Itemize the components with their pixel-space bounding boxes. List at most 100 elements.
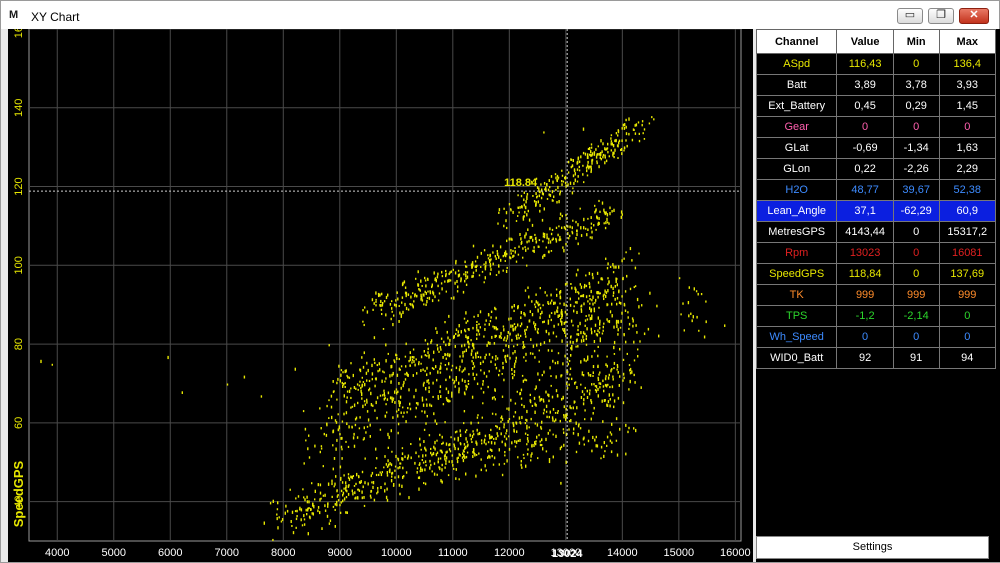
data-point bbox=[494, 441, 496, 445]
data-point bbox=[478, 333, 481, 336]
data-point bbox=[516, 430, 518, 433]
channel-row-tk[interactable]: TK 999 999 999 bbox=[755, 284, 996, 306]
data-point bbox=[485, 319, 487, 322]
data-point bbox=[536, 435, 538, 439]
channel-row-aspd[interactable]: ASpd 116,43 0 136,4 bbox=[755, 53, 996, 75]
channel-row-tps[interactable]: TPS -1,2 -2,14 0 bbox=[755, 305, 996, 327]
data-point bbox=[490, 441, 493, 445]
data-point bbox=[691, 319, 693, 323]
channel-row-wh-speed[interactable]: Wh_Speed 0 0 0 bbox=[755, 326, 996, 348]
settings-button[interactable]: Settings bbox=[756, 536, 989, 559]
channel-row-speedgps[interactable]: SpeedGPS 118,84 0 137,69 bbox=[755, 263, 996, 285]
data-point bbox=[606, 355, 608, 358]
data-point bbox=[391, 307, 393, 310]
data-point bbox=[322, 465, 324, 468]
data-point bbox=[302, 410, 305, 413]
data-point bbox=[384, 455, 386, 458]
data-point bbox=[340, 445, 343, 449]
data-point bbox=[488, 323, 490, 326]
data-point bbox=[551, 228, 554, 231]
data-point bbox=[543, 131, 545, 134]
data-point bbox=[464, 367, 466, 371]
data-point bbox=[483, 371, 485, 375]
scatter-chart[interactable]: 4000 5000 6000 7000 8000 9000 10000 11000 12000 1… bbox=[8, 29, 753, 562]
data-point bbox=[362, 320, 364, 323]
channel-min-cell: 0 bbox=[892, 221, 940, 243]
data-point bbox=[555, 239, 558, 243]
x-tick-label: 9000 bbox=[328, 547, 352, 559]
column-header-max[interactable]: Max bbox=[938, 29, 996, 54]
channel-row-ext-battery[interactable]: Ext_Battery 0,45 0,29 1,45 bbox=[755, 95, 996, 117]
channel-max-cell: 52,38 bbox=[938, 179, 996, 201]
data-point bbox=[473, 365, 476, 368]
channel-row-h2o[interactable]: H2O 48,77 39,67 52,38 bbox=[755, 179, 996, 201]
data-point bbox=[573, 400, 575, 404]
channel-channel-cell: GLon bbox=[755, 158, 838, 180]
data-point bbox=[495, 316, 497, 320]
data-point bbox=[422, 403, 425, 407]
data-point bbox=[458, 387, 460, 391]
data-point bbox=[339, 511, 342, 515]
channel-row-lean-angle[interactable]: Lean_Angle 37,1 -62,29 60,9 bbox=[755, 200, 996, 222]
channel-row-wid0-batt[interactable]: WID0_Batt 92 91 94 bbox=[755, 347, 996, 369]
column-header-value[interactable]: Value bbox=[836, 29, 894, 54]
data-point bbox=[548, 332, 550, 336]
data-point bbox=[312, 512, 314, 516]
channel-row-rpm[interactable]: Rpm 13023 0 16081 bbox=[755, 242, 996, 264]
data-point bbox=[465, 446, 467, 449]
channel-row-glat[interactable]: GLat -0,69 -1,34 1,63 bbox=[755, 137, 996, 159]
close-button[interactable]: ✕ bbox=[959, 8, 989, 24]
data-point bbox=[514, 350, 516, 354]
data-point bbox=[364, 481, 366, 485]
data-point bbox=[334, 482, 336, 486]
minimize-button[interactable]: ▭ bbox=[897, 8, 923, 24]
data-point bbox=[529, 399, 531, 402]
data-point bbox=[613, 345, 615, 350]
data-point bbox=[519, 206, 521, 209]
data-point bbox=[529, 393, 531, 397]
data-point bbox=[584, 418, 586, 421]
data-point bbox=[598, 331, 601, 334]
data-point bbox=[535, 236, 537, 240]
maximize-button[interactable]: ❐ bbox=[928, 8, 954, 24]
data-point bbox=[589, 285, 591, 289]
data-point bbox=[335, 475, 337, 478]
data-point bbox=[581, 373, 583, 376]
data-point bbox=[376, 457, 378, 460]
data-point bbox=[621, 295, 623, 298]
data-point bbox=[552, 199, 554, 202]
data-point bbox=[610, 369, 612, 373]
data-point bbox=[511, 372, 513, 375]
data-point bbox=[503, 224, 505, 228]
data-point bbox=[582, 151, 585, 155]
column-header-channel[interactable]: Channel bbox=[755, 29, 838, 54]
data-point bbox=[351, 425, 353, 429]
x-tick-label: 12000 bbox=[494, 547, 525, 559]
data-point bbox=[638, 132, 640, 135]
channel-row-glon[interactable]: GLon 0,22 -2,26 2,29 bbox=[755, 158, 996, 180]
data-point bbox=[480, 468, 482, 472]
title-bar[interactable]: M XY Chart ▭ ❐ ✕ bbox=[1, 1, 999, 29]
xy-plot-area[interactable]: 4000 5000 6000 7000 8000 9000 10000 11000 12000 1… bbox=[8, 29, 753, 562]
data-point bbox=[351, 476, 353, 479]
data-point bbox=[431, 470, 433, 473]
data-point bbox=[682, 302, 684, 305]
data-point bbox=[557, 323, 560, 326]
data-point bbox=[643, 332, 646, 336]
data-point bbox=[552, 433, 554, 436]
channel-row-gear[interactable]: Gear 0 0 0 bbox=[755, 116, 996, 138]
channel-row-metresgps[interactable]: MetresGPS 4143,44 0 15317,2 bbox=[755, 221, 996, 243]
channel-row-batt[interactable]: Batt 3,89 3,78 3,93 bbox=[755, 74, 996, 96]
data-point bbox=[591, 383, 593, 386]
data-point bbox=[480, 369, 482, 372]
data-point bbox=[570, 319, 573, 323]
data-point bbox=[506, 252, 508, 256]
data-point bbox=[388, 435, 390, 440]
data-point bbox=[611, 385, 614, 389]
data-point bbox=[339, 465, 342, 469]
data-point bbox=[565, 243, 567, 246]
data-point bbox=[319, 491, 322, 495]
column-header-min[interactable]: Min bbox=[892, 29, 940, 54]
data-point bbox=[607, 376, 610, 380]
data-point bbox=[337, 499, 340, 502]
